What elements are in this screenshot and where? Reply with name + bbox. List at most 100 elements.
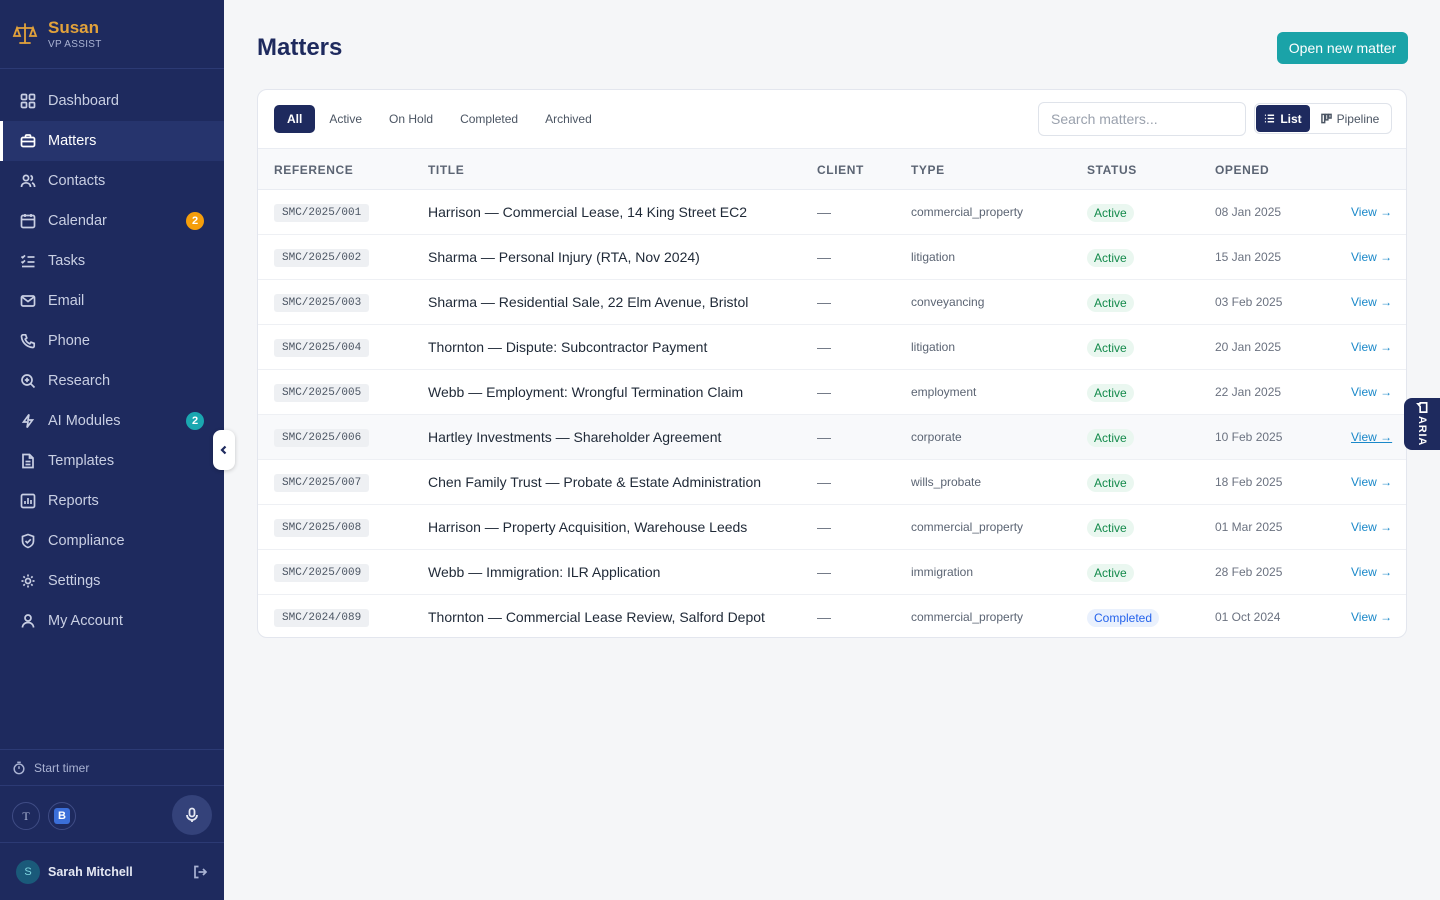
sidebar-item-label: Contacts bbox=[48, 173, 106, 189]
matter-opened-date: 08 Jan 2025 bbox=[1215, 205, 1282, 219]
matter-title: Webb — Immigration: ILR Application bbox=[428, 564, 661, 580]
scales-icon bbox=[12, 23, 38, 44]
sidebar-item-my-account[interactable]: My Account bbox=[0, 601, 224, 641]
filter-all[interactable]: All bbox=[274, 105, 316, 133]
logout-button[interactable] bbox=[192, 864, 208, 880]
status-badge: Active bbox=[1087, 249, 1134, 267]
tool-b-label: B bbox=[54, 808, 70, 824]
sidebar-item-label: Calendar bbox=[48, 213, 107, 229]
lightning-icon bbox=[20, 413, 36, 429]
matter-client: — bbox=[817, 429, 831, 445]
table-row[interactable]: SMC/2025/005 Webb — Employment: Wrongful… bbox=[258, 370, 1406, 415]
open-new-matter-button[interactable]: Open new matter bbox=[1277, 32, 1408, 64]
matter-title: Sharma — Personal Injury (RTA, Nov 2024) bbox=[428, 249, 700, 265]
sidebar-item-contacts[interactable]: Contacts bbox=[0, 161, 224, 201]
table-row[interactable]: SMC/2025/002 Sharma — Personal Injury (R… bbox=[258, 235, 1406, 280]
sidebar-item-research[interactable]: Research bbox=[0, 361, 224, 401]
status-badge: Active bbox=[1087, 384, 1134, 402]
sidebar-item-email[interactable]: Email bbox=[0, 281, 224, 321]
aria-assistant-tab[interactable]: ARIA bbox=[1404, 398, 1440, 450]
list-view-button[interactable]: List bbox=[1256, 105, 1310, 132]
matter-client: — bbox=[817, 609, 831, 625]
sidebar-item-label: Templates bbox=[48, 453, 115, 469]
brand[interactable]: Susan VP ASSIST bbox=[0, 0, 224, 69]
matter-type: corporate bbox=[911, 430, 962, 444]
view-link[interactable]: View → bbox=[1351, 610, 1392, 624]
view-link[interactable]: View → bbox=[1351, 250, 1392, 264]
matter-client: — bbox=[817, 564, 831, 580]
mail-icon bbox=[20, 293, 36, 309]
briefcase-icon bbox=[20, 133, 36, 149]
table-row[interactable]: SMC/2025/007 Chen Family Trust — Probate… bbox=[258, 460, 1406, 505]
table-row[interactable]: SMC/2024/089 Thornton — Commercial Lease… bbox=[258, 595, 1406, 637]
matter-reference: SMC/2024/089 bbox=[274, 609, 370, 627]
sidebar-item-reports[interactable]: Reports bbox=[0, 481, 224, 521]
microphone-button[interactable] bbox=[172, 795, 212, 835]
matter-title: Thornton — Dispute: Subcontractor Paymen… bbox=[428, 339, 708, 355]
matter-title: Hartley Investments — Shareholder Agreem… bbox=[428, 429, 722, 445]
matter-type: commercial_property bbox=[911, 520, 1024, 534]
status-badge: Active bbox=[1087, 204, 1134, 222]
sidebar-item-settings[interactable]: Settings bbox=[0, 561, 224, 601]
sidebar-item-compliance[interactable]: Compliance bbox=[0, 521, 224, 561]
table-row[interactable]: SMC/2025/004 Thornton — Dispute: Subcont… bbox=[258, 325, 1406, 370]
table-row[interactable]: SMC/2025/001 Harrison — Commercial Lease… bbox=[258, 190, 1406, 235]
view-link[interactable]: View → bbox=[1351, 205, 1392, 219]
column-opened[interactable]: OPENED bbox=[1215, 163, 1269, 177]
filter-completed[interactable]: Completed bbox=[447, 105, 531, 133]
filter-archived[interactable]: Archived bbox=[532, 105, 605, 133]
start-timer-button[interactable]: Start timer bbox=[0, 749, 224, 786]
matter-client: — bbox=[817, 339, 831, 355]
table-row[interactable]: SMC/2025/006 Hartley Investments — Share… bbox=[258, 415, 1406, 460]
view-link[interactable]: View → bbox=[1351, 475, 1392, 489]
matter-opened-date: 01 Oct 2024 bbox=[1215, 610, 1281, 624]
column-title[interactable]: TITLE bbox=[428, 163, 464, 177]
matter-type: immigration bbox=[911, 565, 974, 579]
matter-opened-date: 20 Jan 2025 bbox=[1215, 340, 1282, 354]
matter-opened-date: 01 Mar 2025 bbox=[1215, 520, 1283, 534]
view-link[interactable]: View → bbox=[1351, 295, 1392, 309]
sidebar-item-ai-modules[interactable]: AI Modules 2 bbox=[0, 401, 224, 441]
sidebar-item-calendar[interactable]: Calendar 2 bbox=[0, 201, 224, 241]
sidebar-item-templates[interactable]: Templates bbox=[0, 441, 224, 481]
stopwatch-icon bbox=[13, 761, 25, 774]
view-link[interactable]: View → bbox=[1351, 565, 1392, 579]
sidebar-item-matters[interactable]: Matters bbox=[0, 121, 224, 161]
table-row[interactable]: SMC/2025/008 Harrison — Property Acquisi… bbox=[258, 505, 1406, 550]
matter-client: — bbox=[817, 384, 831, 400]
tool-b-button[interactable]: B bbox=[48, 802, 76, 830]
matter-client: — bbox=[817, 249, 831, 265]
view-link[interactable]: View → bbox=[1351, 340, 1392, 354]
view-link[interactable]: View → bbox=[1351, 385, 1392, 399]
column-reference[interactable]: REFERENCE bbox=[274, 163, 353, 177]
tool-t-button[interactable]: T bbox=[12, 802, 40, 830]
matter-title: Harrison — Commercial Lease, 14 King Str… bbox=[428, 204, 748, 220]
sidebar-item-dashboard[interactable]: Dashboard bbox=[0, 81, 224, 121]
column-status[interactable]: STATUS bbox=[1087, 163, 1137, 177]
view-link[interactable]: View → bbox=[1351, 520, 1392, 534]
search-input[interactable] bbox=[1038, 102, 1246, 136]
page-title: Matters bbox=[257, 34, 343, 61]
table-row[interactable]: SMC/2025/003 Sharma — Residential Sale, … bbox=[258, 280, 1406, 325]
pipeline-view-button[interactable]: Pipeline bbox=[1310, 105, 1390, 132]
matter-client: — bbox=[817, 474, 831, 490]
user-profile[interactable]: S Sarah Mitchell bbox=[0, 844, 224, 900]
sidebar-item-label: Compliance bbox=[48, 533, 125, 549]
sidebar-item-tasks[interactable]: Tasks bbox=[0, 241, 224, 281]
sidebar-item-phone[interactable]: Phone bbox=[0, 321, 224, 361]
matter-reference: SMC/2025/002 bbox=[274, 249, 370, 267]
column-type[interactable]: TYPE bbox=[911, 163, 945, 177]
column-client[interactable]: CLIENT bbox=[817, 163, 864, 177]
bar-chart-icon bbox=[20, 493, 36, 509]
filter-on-hold[interactable]: On Hold bbox=[376, 105, 446, 133]
collapse-sidebar-button[interactable] bbox=[213, 430, 235, 470]
user-icon bbox=[20, 613, 36, 629]
grid-icon bbox=[20, 93, 36, 109]
matter-title: Webb — Employment: Wrongful Termination … bbox=[428, 384, 744, 400]
view-link[interactable]: View → bbox=[1351, 430, 1392, 444]
table-row[interactable]: SMC/2025/009 Webb — Immigration: ILR App… bbox=[258, 550, 1406, 595]
filter-active[interactable]: Active bbox=[316, 105, 375, 133]
ai-modules-badge: 2 bbox=[186, 412, 204, 430]
user-name: Sarah Mitchell bbox=[48, 865, 133, 879]
matter-opened-date: 10 Feb 2025 bbox=[1215, 430, 1283, 444]
